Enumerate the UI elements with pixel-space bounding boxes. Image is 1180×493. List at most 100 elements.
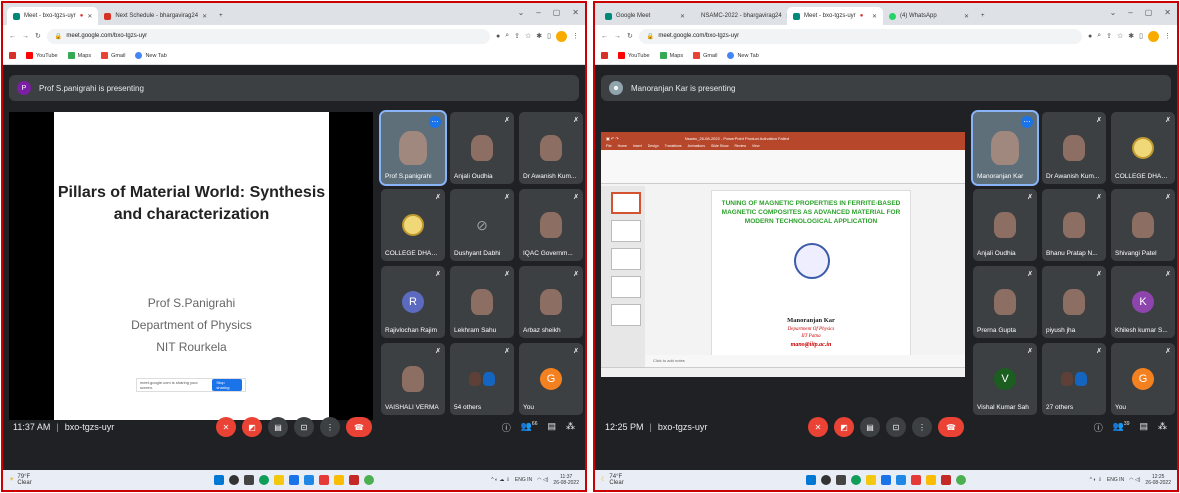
antivirus-icon[interactable] (349, 475, 359, 485)
close-window-icon[interactable]: ✕ (572, 8, 579, 17)
save-icon[interactable]: ▣ ↶ ↷ (606, 136, 619, 141)
new-tab-button[interactable]: + (213, 7, 229, 25)
participant-tile[interactable]: ✗ Bhanu Pratap N... (1042, 189, 1106, 261)
antivirus-icon[interactable] (941, 475, 951, 485)
close-icon[interactable]: ✕ (964, 13, 969, 20)
address-bar[interactable]: 🔒 meet.google.com/bxo-tgzs-uyr (46, 28, 490, 44)
word-icon[interactable] (304, 475, 314, 485)
bookmark-youtube[interactable]: YouTube (26, 52, 58, 59)
close-icon[interactable]: ✕ (680, 13, 685, 20)
reload-icon[interactable]: ↻ (35, 32, 41, 40)
slide-thumbnail[interactable] (611, 248, 641, 270)
store-icon[interactable] (881, 475, 891, 485)
bookmark-youtube[interactable]: YouTube (618, 52, 650, 59)
share-icon[interactable]: ⇪ (514, 32, 520, 40)
app-icon[interactable] (334, 475, 344, 485)
participant-tile[interactable]: ✗ Shivangi Patel (1111, 189, 1175, 261)
chrome-icon[interactable] (364, 475, 374, 485)
language-indicator[interactable]: ENG IN (515, 477, 532, 483)
word-icon[interactable] (896, 475, 906, 485)
participant-tile[interactable]: ✗ IQAC Governm... (519, 189, 583, 261)
maximize-icon[interactable]: ▢ (553, 8, 561, 17)
zoom-icon[interactable]: ⌕ (505, 32, 509, 40)
camera-icon[interactable]: ● (1088, 33, 1092, 40)
participant-tile[interactable]: ✗ piyush jha (1042, 266, 1106, 338)
activities-icon[interactable]: ⁂ (566, 421, 575, 434)
chat-icon[interactable]: ▤ (1139, 421, 1148, 434)
participant-tile[interactable]: ⋯ Manoranjan Kar (971, 110, 1039, 186)
close-icon[interactable]: ✕ (87, 13, 92, 20)
notes-pane[interactable]: Click to add notes (645, 355, 965, 367)
participant-tile[interactable]: ✗ Anjali Oudhia (973, 189, 1037, 261)
menu-icon[interactable]: ⋮ (572, 32, 579, 40)
chrome-icon[interactable] (851, 475, 861, 485)
tab-nsamc[interactable]: NSAMC-2022 - bhargavirag24✕ (691, 7, 787, 25)
minimize-icon[interactable]: – (536, 8, 540, 17)
chevron-down-icon[interactable]: ⌄ (518, 8, 525, 17)
bookmark-new-tab[interactable]: New Tab (727, 52, 759, 59)
captions-button[interactable]: ▤ (268, 417, 288, 437)
more-options-icon[interactable]: ⋯ (1021, 116, 1033, 128)
chat-icon[interactable]: ▤ (547, 421, 556, 434)
new-tab-button[interactable]: + (975, 7, 991, 25)
slide-thumbnail[interactable] (611, 192, 641, 214)
tab-whatsapp[interactable]: (4) WhatsApp ✕ (883, 7, 975, 25)
sidebar-icon[interactable]: ▯ (1139, 32, 1143, 40)
camera-off-button[interactable]: ◩ (242, 417, 262, 437)
tray-icons[interactable]: ^ ◐ ⇩ (1090, 477, 1102, 483)
app-icon[interactable] (319, 475, 329, 485)
weather-widget[interactable]: ☀ 79°F Clear (9, 474, 32, 486)
windows-icon[interactable] (806, 475, 816, 485)
chrome-icon[interactable] (259, 475, 269, 485)
bookmark-gmail[interactable]: Gmail (693, 52, 717, 59)
mic-off-button[interactable]: ✕ (808, 417, 828, 437)
bookmark-maps[interactable]: Maps (67, 52, 91, 59)
info-icon[interactable]: ⓘ (502, 421, 511, 434)
reload-icon[interactable]: ↻ (627, 32, 633, 40)
participant-tile[interactable]: ⊘ ✗ Dushyant Dabhi (450, 189, 514, 261)
back-icon[interactable]: ← (9, 33, 16, 40)
participant-tile[interactable]: R ✗ Rajivlochan Rajim (381, 266, 445, 338)
chrome-icon[interactable] (956, 475, 966, 485)
bookmark-gmail[interactable]: Gmail (101, 52, 125, 59)
profile-avatar[interactable] (1148, 30, 1159, 42)
participant-tile[interactable]: ⋯ Prof S.panigrahi (379, 110, 447, 186)
participant-tile[interactable]: ✗ COLLEGE DHAR... (1111, 112, 1175, 184)
star-icon[interactable]: ☆ (1117, 32, 1123, 40)
leave-call-button[interactable]: ☎ (346, 417, 372, 437)
back-icon[interactable]: ← (601, 33, 608, 40)
search-icon[interactable] (229, 475, 239, 485)
bookmark-gmail-m[interactable] (601, 52, 608, 59)
star-icon[interactable]: ☆ (525, 32, 531, 40)
task-view-icon[interactable] (836, 475, 846, 485)
tray-icons[interactable]: ^ ◐ ☁ ⇩ (491, 477, 510, 483)
slide-thumbnail[interactable] (611, 276, 641, 298)
address-bar[interactable]: 🔒 meet.google.com/bxo-tgzs-uyr (638, 28, 1082, 44)
stop-sharing-button[interactable]: Stop sharing (212, 379, 242, 391)
participant-tile[interactable]: ✗ Dr Awanish Kum... (1042, 112, 1106, 184)
extensions-icon[interactable]: ✱ (536, 32, 542, 40)
minimize-icon[interactable]: – (1128, 8, 1132, 17)
forward-icon[interactable]: → (22, 33, 29, 40)
info-icon[interactable]: ⓘ (1094, 421, 1103, 434)
folder-icon[interactable] (866, 475, 876, 485)
mic-off-button[interactable]: ✕ (216, 417, 236, 437)
participant-tile[interactable]: ✗ Arbaz sheikh (519, 266, 583, 338)
menu-icon[interactable]: ⋮ (1164, 32, 1171, 40)
people-icon[interactable]: 👥39 (1113, 421, 1130, 434)
tab-google-meet[interactable]: Google Meet ✕ (599, 7, 691, 25)
bookmark-new-tab[interactable]: New Tab (135, 52, 167, 59)
bookmark-maps[interactable]: Maps (659, 52, 683, 59)
profile-avatar[interactable] (556, 30, 567, 42)
sidebar-icon[interactable]: ▯ (547, 32, 551, 40)
close-window-icon[interactable]: ✕ (1164, 8, 1171, 17)
windows-icon[interactable] (214, 475, 224, 485)
slide-thumbnail[interactable] (611, 304, 641, 326)
present-button[interactable]: ⊡ (294, 417, 314, 437)
weather-widget[interactable]: ☾ 74°F Clear (601, 474, 624, 486)
more-options-icon[interactable]: ⋯ (429, 116, 441, 128)
zoom-icon[interactable]: ⌕ (1097, 32, 1101, 40)
participant-tile[interactable]: ✗ Lekhram Sahu (450, 266, 514, 338)
wifi-icon[interactable]: ◠ ◁) (1129, 477, 1140, 483)
close-icon[interactable]: ✕ (872, 13, 877, 20)
